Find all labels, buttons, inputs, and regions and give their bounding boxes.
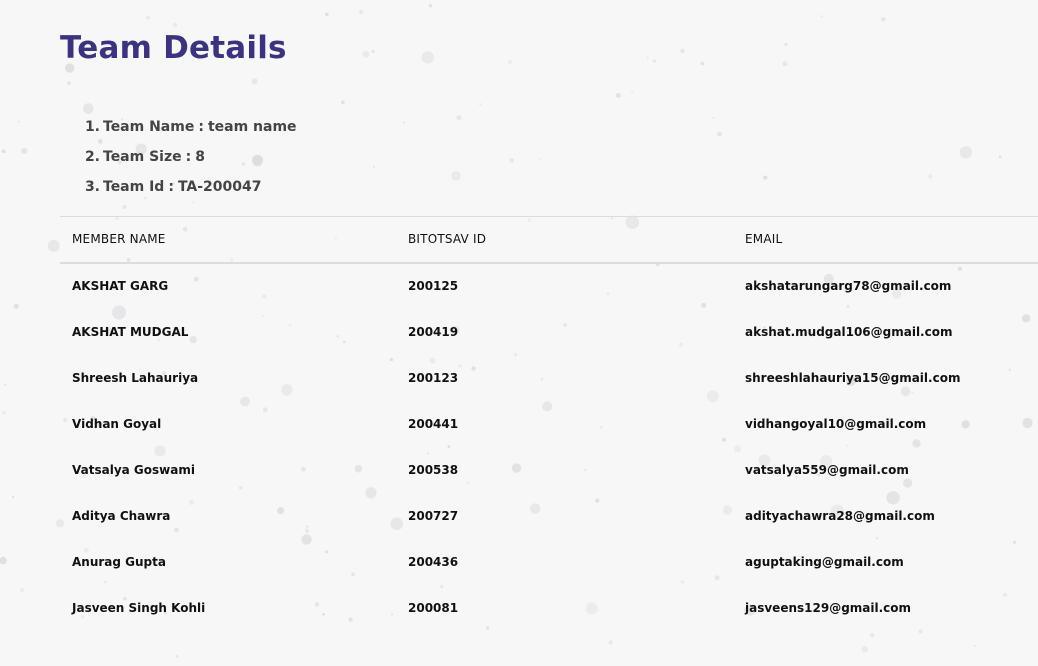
members-table: MEMBER NAME BITOTSAV ID EMAIL AKSHAT GAR… — [60, 216, 1038, 631]
table-row: AKSHAT GARG 200125 akshatarungarg78@gmai… — [60, 263, 1038, 309]
team-size-label: Team Size — [103, 149, 182, 165]
bitotsav-id-cell: 200441 — [408, 416, 459, 431]
email-cell: jasveens129@gmail.com — [745, 600, 912, 615]
team-name-item: 1. Team Name: team name — [60, 116, 297, 146]
list-number: 2. — [84, 149, 100, 165]
member-name-cell: Anurag Gupta — [72, 554, 166, 569]
email-cell: vatsalya559@gmail.com — [745, 462, 909, 477]
bitotsav-id-cell: 200123 — [408, 370, 459, 385]
member-name-cell: AKSHAT GARG — [72, 279, 169, 293]
table-row: Vidhan Goyal 200441 vidhangoyal10@gmail.… — [60, 401, 1038, 447]
table-row: Aditya Chawra 200727 adityachawra28@gmai… — [60, 493, 1038, 539]
bitotsav-id-cell: 200125 — [408, 279, 459, 293]
column-header-email: EMAIL — [745, 232, 783, 247]
team-id-item: 3. Team Id: TA-200047 — [60, 176, 297, 206]
list-number: 1. — [84, 119, 100, 135]
label-separator: : — [198, 119, 204, 135]
label-separator: : — [168, 179, 174, 195]
team-name-label: Team Name — [103, 119, 195, 135]
table-body: AKSHAT GARG 200125 akshatarungarg78@gmai… — [60, 263, 1038, 631]
table-header-row: MEMBER NAME BITOTSAV ID EMAIL — [60, 216, 1038, 263]
email-cell: akshatarungarg78@gmail.com — [745, 279, 952, 293]
member-name-cell: Aditya Chawra — [72, 508, 171, 523]
bitotsav-id-cell: 200419 — [408, 324, 459, 339]
column-header-member-name: MEMBER NAME — [72, 232, 166, 247]
member-name-cell: Shreesh Lahauriya — [72, 370, 199, 385]
bitotsav-id-cell: 200727 — [408, 508, 459, 523]
page-title: Team Details — [60, 30, 287, 66]
team-size-item: 2. Team Size:8 — [60, 146, 297, 176]
email-cell: adityachawra28@gmail.com — [745, 508, 935, 523]
table-row: Shreesh Lahauriya 200123 shreeshlahauriy… — [60, 355, 1038, 401]
bitotsav-id-cell: 200436 — [408, 554, 459, 569]
label-separator: : — [185, 149, 192, 165]
team-size-value: 8 — [195, 149, 205, 165]
column-header-bitotsav-id: BITOTSAV ID — [408, 232, 487, 247]
member-name-cell: Vidhan Goyal — [72, 416, 162, 431]
table-row: AKSHAT MUDGAL 200419 akshat.mudgal106@gm… — [60, 309, 1038, 355]
email-cell: aguptaking@gmail.com — [745, 554, 904, 569]
member-name-cell: Vatsalya Goswami — [72, 462, 195, 477]
member-name-cell: AKSHAT MUDGAL — [72, 324, 189, 339]
bitotsav-id-cell: 200538 — [408, 462, 459, 477]
table-header: MEMBER NAME BITOTSAV ID EMAIL — [60, 216, 1038, 263]
email-cell: shreeshlahauriya15@gmail.com — [745, 370, 961, 385]
table-row: Vatsalya Goswami 200538 vatsalya559@gmai… — [60, 447, 1038, 493]
table-row: Anurag Gupta 200436 aguptaking@gmail.com — [60, 539, 1038, 585]
member-name-cell: Jasveen Singh Kohli — [72, 600, 206, 615]
list-number: 3. — [84, 179, 100, 195]
email-cell: vidhangoyal10@gmail.com — [745, 416, 927, 431]
bitotsav-id-cell: 200081 — [408, 600, 459, 615]
team-id-label: Team Id — [103, 179, 165, 195]
table-row: Jasveen Singh Kohli 200081 jasveens129@g… — [60, 585, 1038, 631]
team-name-value: team name — [207, 119, 297, 135]
team-id-value: TA-200047 — [177, 179, 262, 195]
team-info-list: 1. Team Name: team name 2. Team Size:8 3. Te… — [60, 116, 297, 206]
email-cell: akshat.mudgal106@gmail.com — [745, 324, 953, 339]
